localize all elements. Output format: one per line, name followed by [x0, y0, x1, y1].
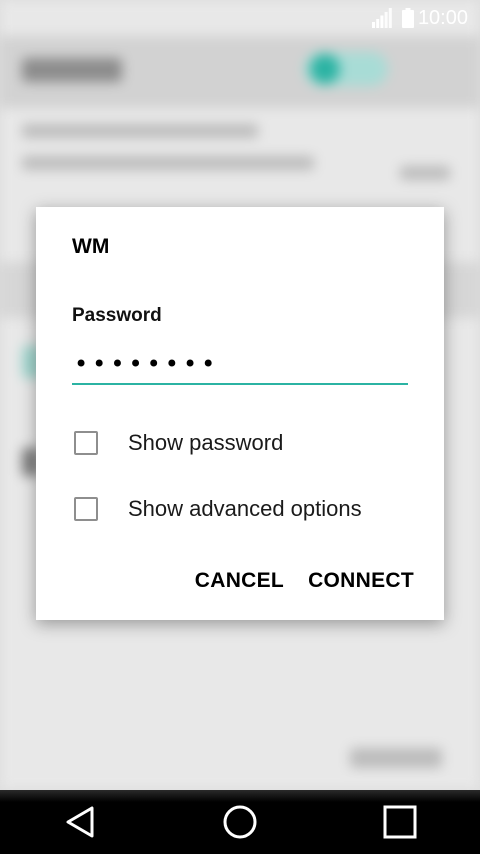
status-bar: 10:00: [0, 0, 480, 36]
home-button[interactable]: [208, 794, 272, 850]
background-text-line: [350, 748, 442, 768]
show-password-checkbox[interactable]: [74, 431, 98, 455]
status-clock: 10:00: [417, 6, 468, 29]
background-title: [22, 58, 122, 82]
navigation-bar: [0, 790, 480, 854]
dialog-title: WM: [72, 235, 110, 258]
background-text-line: [400, 166, 450, 180]
cancel-button[interactable]: CANCEL: [195, 569, 284, 593]
screen: 10:00 WM Password Show password Show adv…: [0, 0, 480, 854]
background-text-line: [22, 156, 314, 170]
wifi-password-dialog: WM Password Show password Show advanced …: [36, 207, 444, 620]
signal-icon: [371, 8, 392, 28]
show-advanced-option[interactable]: Show advanced options: [72, 489, 362, 529]
show-advanced-label: Show advanced options: [128, 496, 362, 521]
back-button[interactable]: [48, 794, 112, 850]
back-icon: [66, 806, 94, 838]
dialog-actions: CANCEL CONNECT: [195, 569, 414, 593]
connect-button[interactable]: CONNECT: [308, 569, 414, 593]
password-input[interactable]: [72, 345, 408, 385]
recents-icon: [383, 805, 417, 839]
show-advanced-checkbox[interactable]: [74, 497, 98, 521]
show-password-option[interactable]: Show password: [72, 423, 283, 463]
recents-button[interactable]: [368, 794, 432, 850]
home-icon: [223, 805, 257, 839]
background-toggle-knob: [310, 54, 340, 84]
password-label: Password: [72, 305, 162, 326]
show-password-label: Show password: [128, 430, 284, 455]
battery-icon: [401, 8, 414, 28]
background-text-line: [22, 124, 258, 138]
